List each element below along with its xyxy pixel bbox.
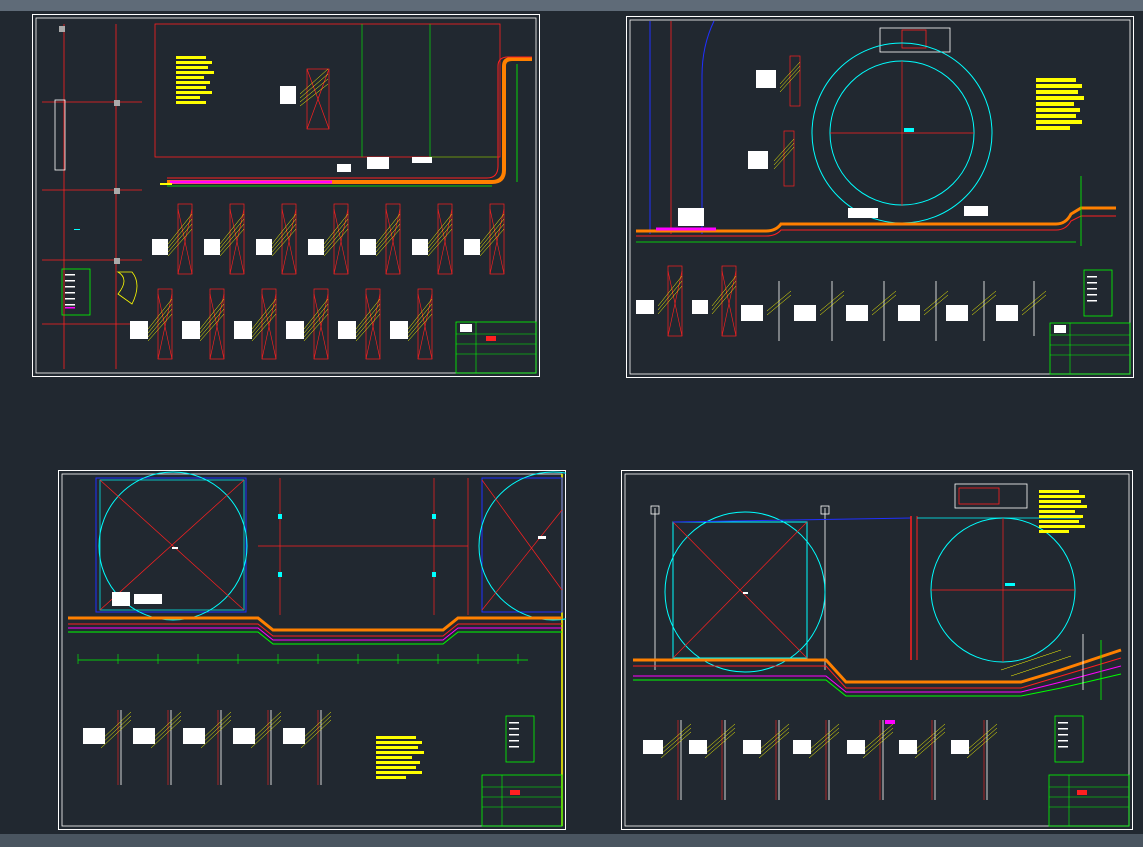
title-block-top-left: [455, 321, 537, 374]
title-block-top-right: [1049, 322, 1131, 375]
sheet-bottom-right-canvas: [621, 470, 1133, 830]
drawing-sheet-bottom-right[interactable]: [621, 470, 1133, 830]
sheet-top-left-canvas: [32, 14, 540, 377]
title-block-bottom-left: [481, 774, 563, 827]
window-top-bar: [0, 0, 1143, 11]
command-bar[interactable]: [0, 834, 1143, 847]
title-block-bottom-right: [1048, 774, 1130, 827]
drawing-sheet-top-left[interactable]: [32, 14, 540, 377]
sheet-bottom-left-canvas: [58, 470, 566, 830]
drawing-sheet-bottom-left[interactable]: [58, 470, 566, 830]
drawing-sheet-top-right[interactable]: [626, 16, 1134, 378]
sheet-top-right-canvas: [626, 16, 1134, 378]
section-row-2: [130, 288, 433, 360]
section-row-1: [152, 203, 505, 275]
